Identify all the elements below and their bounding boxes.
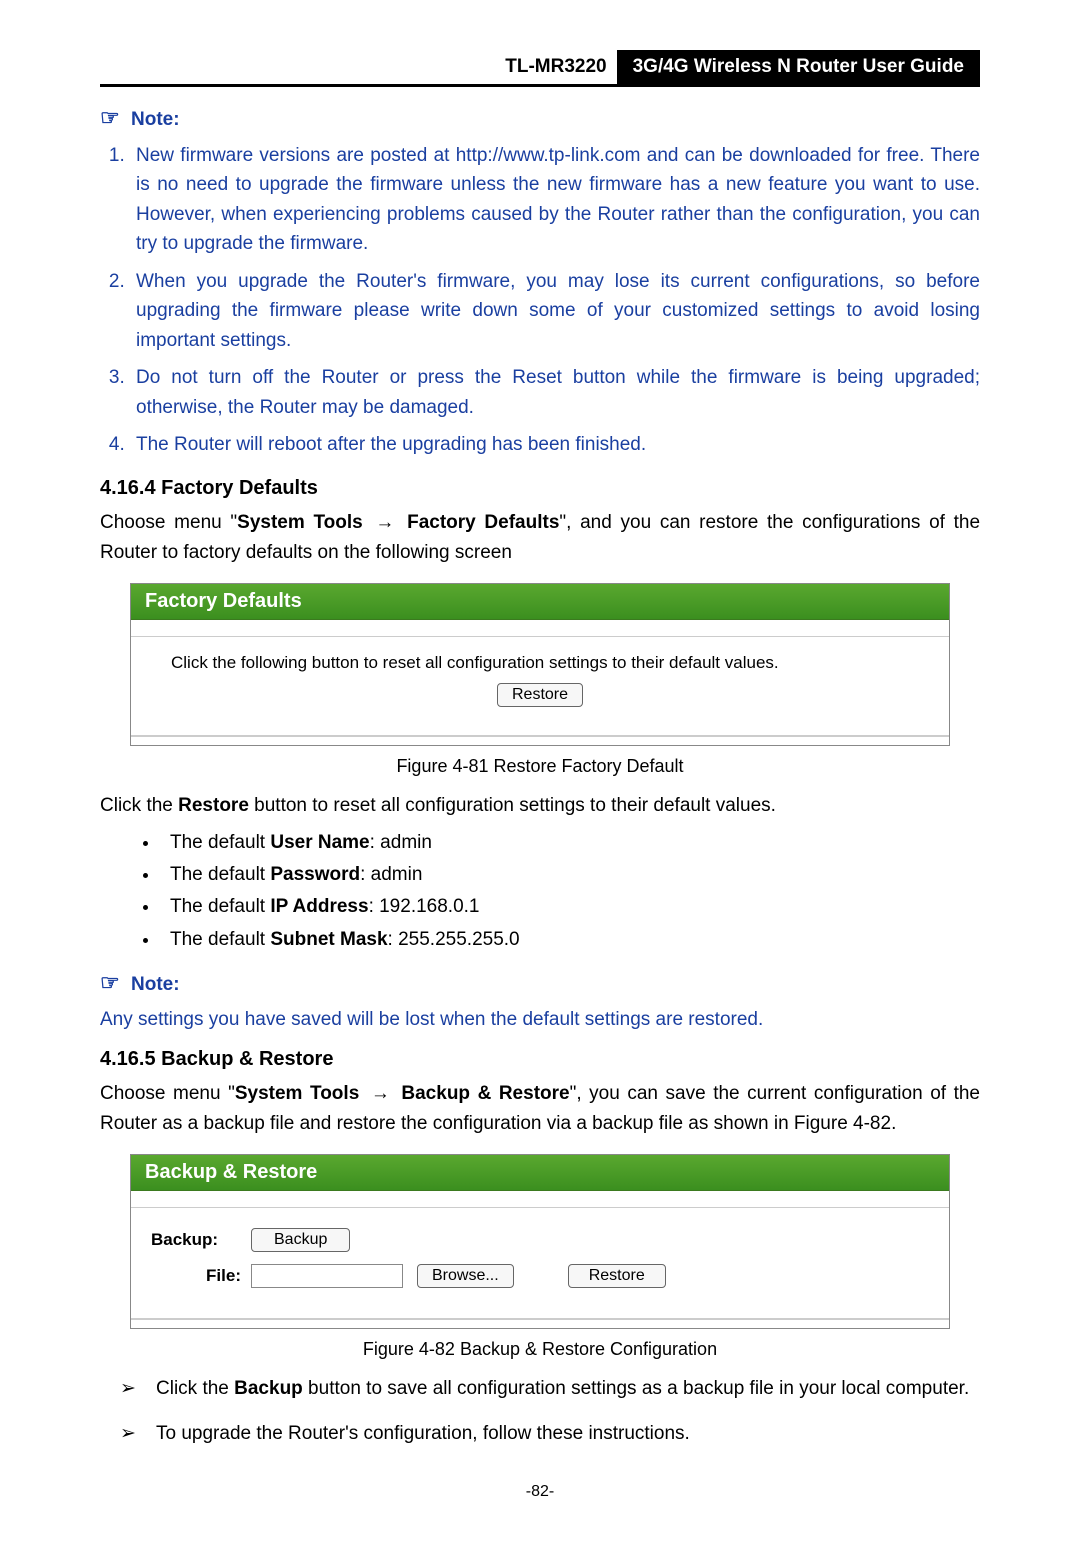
pointing-hand-icon: ☞	[100, 970, 120, 995]
note1-item-1: New firmware versions are posted at http…	[130, 141, 980, 259]
note2-body: Any settings you have saved will be lost…	[100, 1006, 980, 1035]
page-header: TL-MR3220 3G/4G Wireless N Router User G…	[100, 50, 980, 87]
backup-instructions: Click the Backup button to save all conf…	[100, 1374, 980, 1449]
restore-button[interactable]: Restore	[497, 683, 583, 707]
figure-text: Click the following button to reset all …	[171, 653, 909, 673]
note-list-1: New firmware versions are posted at http…	[100, 141, 980, 459]
restore-suffix: button to reset all configuration settin…	[249, 795, 776, 816]
note-heading-1: ☞ Note:	[100, 105, 980, 131]
default-username: The default User Name: admin	[160, 827, 980, 859]
instruction-backup: Click the Backup button to save all conf…	[120, 1374, 980, 1404]
page: TL-MR3220 3G/4G Wireless N Router User G…	[0, 0, 1080, 1541]
note1-item-3: Do not turn off the Router or press the …	[130, 363, 980, 422]
restore-button-2[interactable]: Restore	[568, 1264, 666, 1288]
backup-restore-intro: Choose menu "System Tools → Backup & Res…	[100, 1079, 980, 1138]
model-number: TL-MR3220	[505, 50, 616, 84]
default-subnet: The default Subnet Mask: 255.255.255.0	[160, 924, 980, 956]
figure-bottom	[131, 736, 949, 745]
note1-item-2: When you upgrade the Router's firmware, …	[130, 267, 980, 355]
intro-prefix: Choose menu "	[100, 512, 237, 533]
figure-body-2: Backup: Backup File: Browse... Restore	[131, 1208, 949, 1319]
section-heading-factory-defaults: 4.16.4 Factory Defaults	[100, 477, 980, 500]
guide-title: 3G/4G Wireless N Router User Guide	[617, 50, 980, 84]
section-heading-backup-restore: 4.16.5 Backup & Restore	[100, 1048, 980, 1071]
restore-prefix: Click the	[100, 795, 178, 816]
factory-defaults-intro: Choose menu "System Tools → Factory Defa…	[100, 508, 980, 567]
default-ip: The default IP Address: 192.168.0.1	[160, 891, 980, 923]
intro-bold2: Factory Defaults	[407, 512, 559, 533]
figure-bottom-2	[131, 1319, 949, 1328]
figure-81-caption: Figure 4-81 Restore Factory Default	[100, 756, 980, 777]
defaults-list: The default User Name: admin The default…	[100, 827, 980, 956]
figure-titlebar: Factory Defaults	[131, 584, 949, 620]
intro2-bold1: System Tools	[235, 1083, 359, 1104]
backup-label: Backup:	[151, 1230, 251, 1250]
figure-spacer	[131, 620, 949, 637]
page-number: -82-	[100, 1483, 980, 1501]
arrow-icon: →	[371, 508, 398, 537]
restore-bold: Restore	[178, 795, 249, 816]
note1-item-4: The Router will reboot after the upgradi…	[130, 430, 980, 459]
figure-spacer-2	[131, 1191, 949, 1208]
figure-titlebar-2: Backup & Restore	[131, 1155, 949, 1191]
note-heading-2: ☞ Note:	[100, 970, 980, 996]
backup-button[interactable]: Backup	[251, 1228, 350, 1252]
note-label: Note:	[131, 109, 180, 130]
file-label: File:	[151, 1266, 251, 1286]
pointing-hand-icon: ☞	[100, 105, 120, 130]
figure-backup-restore: Backup & Restore Backup: Backup File: Br…	[130, 1154, 950, 1329]
figure-factory-defaults: Factory Defaults Click the following but…	[130, 583, 950, 746]
figure-body: Click the following button to reset all …	[131, 637, 949, 736]
arrow-icon: →	[367, 1079, 394, 1108]
restore-paragraph: Click the Restore button to reset all co…	[100, 791, 980, 820]
file-input[interactable]	[251, 1264, 403, 1288]
default-password: The default Password: admin	[160, 859, 980, 891]
note-label-2: Note:	[131, 974, 180, 995]
intro-bold1: System Tools	[237, 512, 363, 533]
figure-82-caption: Figure 4-82 Backup & Restore Configurati…	[100, 1339, 980, 1360]
browse-button[interactable]: Browse...	[417, 1264, 514, 1288]
intro2-prefix: Choose menu "	[100, 1083, 235, 1104]
instruction-upgrade: To upgrade the Router's configuration, f…	[120, 1419, 980, 1449]
intro2-bold2: Backup & Restore	[401, 1083, 569, 1104]
